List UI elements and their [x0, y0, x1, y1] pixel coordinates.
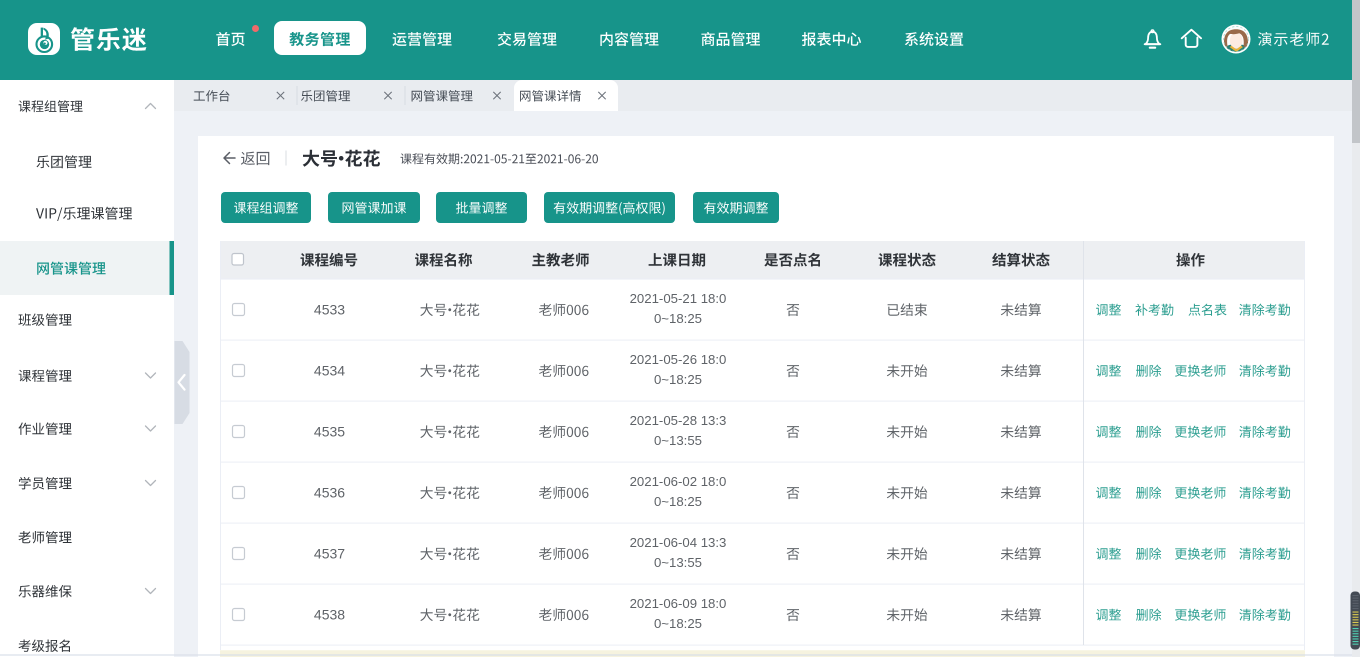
- svg-text:0~18:25: 0~18:25: [654, 494, 702, 509]
- svg-text:0~18:25: 0~18:25: [654, 616, 702, 631]
- svg-text:4536: 4536: [314, 485, 345, 501]
- svg-text:0~18:25: 0~18:25: [654, 372, 702, 387]
- svg-text:2021-06-04 13:3: 2021-06-04 13:3: [630, 535, 727, 550]
- svg-text:0~18:25: 0~18:25: [654, 311, 702, 326]
- svg-text:4537: 4537: [314, 546, 345, 562]
- svg-text:4534: 4534: [314, 363, 345, 379]
- svg-text:4538: 4538: [314, 607, 345, 623]
- svg-text:0~13:55: 0~13:55: [654, 433, 702, 448]
- svg-text:2021-06-02 18:0: 2021-06-02 18:0: [630, 474, 727, 489]
- svg-text:4535: 4535: [314, 424, 345, 440]
- svg-text:0~13:55: 0~13:55: [654, 555, 702, 570]
- svg-text:2021-06-09 18:0: 2021-06-09 18:0: [630, 596, 727, 611]
- svg-text:2021-05-28 13:3: 2021-05-28 13:3: [630, 413, 727, 428]
- svg-text:2021-05-26 18:0: 2021-05-26 18:0: [630, 352, 727, 367]
- svg-text:4533: 4533: [314, 302, 345, 318]
- svg-text:2021-05-21 18:0: 2021-05-21 18:0: [630, 291, 727, 306]
